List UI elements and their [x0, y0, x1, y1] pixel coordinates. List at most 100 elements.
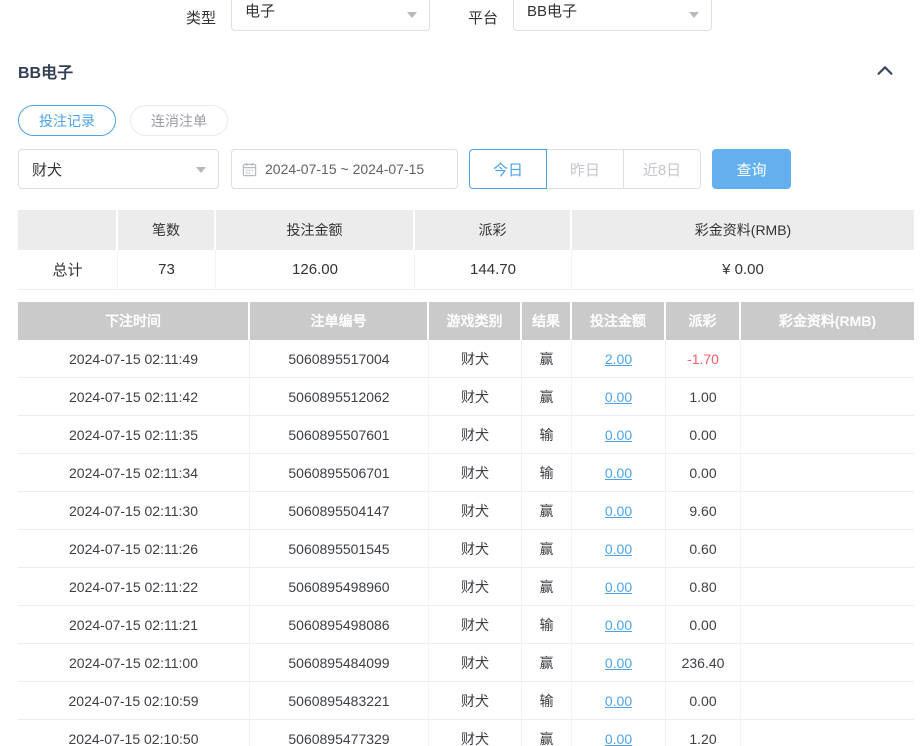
order-number-cell: 5060895501545 — [250, 530, 429, 568]
order-number-cell: 5060895517004 — [250, 340, 429, 378]
game-type-cell: 财犬 — [429, 492, 522, 530]
payout-cell: 0.00 — [666, 606, 741, 644]
result-cell: 输 — [522, 454, 572, 492]
order-number-cell: 5060895483221 — [250, 682, 429, 720]
bonus-cell — [741, 416, 914, 454]
filter-bar: 财犬 2024-07-15 ~ 2024-07-15 今日 昨日 近8日 查询 — [18, 149, 904, 189]
bet-amount-link[interactable]: 0.00 — [605, 617, 632, 633]
order-number-cell: 5060895484099 — [250, 644, 429, 682]
header-payout: 派彩 — [666, 302, 741, 340]
platform-select-value: BB电子 — [527, 0, 577, 21]
bet-amount-cell: 0.00 — [572, 720, 666, 746]
bet-amount-link[interactable]: 0.00 — [605, 731, 632, 746]
header-bonus: 彩金资料(RMB) — [741, 302, 914, 340]
game-type-cell: 财犬 — [429, 454, 522, 492]
search-button[interactable]: 查询 — [712, 149, 791, 189]
top-filter-bar: 类型 电子 平台 BB电子 — [0, 0, 922, 34]
summary-header-bonus: 彩金资料(RMB) — [572, 210, 914, 250]
bet-amount-link[interactable]: 0.00 — [605, 541, 632, 557]
bet-amount-cell: 0.00 — [572, 378, 666, 416]
records-tbody: 2024-07-15 02:11:49 5060895517004 财犬 赢 2… — [18, 340, 914, 746]
bet-time-cell: 2024-07-15 02:11:35 — [18, 416, 250, 454]
order-number-cell: 5060895498086 — [250, 606, 429, 644]
bonus-cell — [741, 454, 914, 492]
bet-amount-cell: 0.00 — [572, 454, 666, 492]
table-row: 2024-07-15 02:10:59 5060895483221 财犬 输 0… — [18, 682, 914, 720]
bet-time-cell: 2024-07-15 02:11:00 — [18, 644, 250, 682]
bonus-cell — [741, 568, 914, 606]
game-type-cell: 财犬 — [429, 644, 522, 682]
today-button[interactable]: 今日 — [469, 149, 547, 189]
bet-amount-cell: 2.00 — [572, 340, 666, 378]
date-range-value: 2024-07-15 ~ 2024-07-15 — [265, 161, 424, 177]
summary-total-row: 总计 73 126.00 144.70 ¥ 0.00 — [18, 250, 914, 290]
platform-label: 平台 — [468, 7, 498, 28]
summary-table: 笔数 投注金额 派彩 彩金资料(RMB) 总计 73 126.00 144.70… — [18, 210, 914, 290]
order-number-cell: 5060895512062 — [250, 378, 429, 416]
type-select[interactable]: 电子 — [231, 0, 430, 31]
result-cell: 赢 — [522, 340, 572, 378]
result-cell: 赢 — [522, 720, 572, 746]
section-header: BB电子 — [18, 59, 904, 83]
bet-amount-link[interactable]: 0.00 — [605, 389, 632, 405]
table-row: 2024-07-15 02:11:34 5060895506701 财犬 输 0… — [18, 454, 914, 492]
order-number-cell: 5060895477329 — [250, 720, 429, 746]
payout-cell: 0.00 — [666, 416, 741, 454]
platform-select[interactable]: BB电子 — [513, 0, 712, 31]
game-type-cell: 财犬 — [429, 416, 522, 454]
record-tabs: 投注记录 连消注单 — [18, 105, 904, 136]
bet-time-cell: 2024-07-15 02:11:22 — [18, 568, 250, 606]
table-row: 2024-07-15 02:11:00 5060895484099 财犬 赢 0… — [18, 644, 914, 682]
summary-total-bet-amount: 126.00 — [216, 250, 415, 290]
bonus-cell — [741, 606, 914, 644]
bet-amount-link[interactable]: 0.00 — [605, 579, 632, 595]
summary-total-count: 73 — [118, 250, 216, 290]
game-type-cell: 财犬 — [429, 530, 522, 568]
calendar-icon — [242, 162, 257, 177]
type-label: 类型 — [186, 7, 216, 28]
bet-amount-link[interactable]: 0.00 — [605, 693, 632, 709]
game-type-cell: 财犬 — [429, 378, 522, 416]
payout-cell: 0.00 — [666, 454, 741, 492]
tab-cancelled-orders[interactable]: 连消注单 — [130, 105, 228, 136]
header-bet-time: 下注时间 — [18, 302, 250, 340]
tab-bet-records[interactable]: 投注记录 — [18, 105, 116, 136]
summary-total-payout: 144.70 — [415, 250, 572, 290]
result-cell: 输 — [522, 682, 572, 720]
bet-amount-link[interactable]: 2.00 — [605, 351, 632, 367]
result-cell: 赢 — [522, 568, 572, 606]
table-row: 2024-07-15 02:11:21 5060895498086 财犬 输 0… — [18, 606, 914, 644]
result-cell: 输 — [522, 606, 572, 644]
bet-amount-cell: 0.00 — [572, 682, 666, 720]
bet-amount-link[interactable]: 0.00 — [605, 465, 632, 481]
bet-amount-link[interactable]: 0.00 — [605, 503, 632, 519]
bet-amount-link[interactable]: 0.00 — [605, 427, 632, 443]
table-row: 2024-07-15 02:11:35 5060895507601 财犬 输 0… — [18, 416, 914, 454]
bet-amount-link[interactable]: 0.00 — [605, 655, 632, 671]
bet-time-cell: 2024-07-15 02:11:42 — [18, 378, 250, 416]
bet-amount-cell: 0.00 — [572, 568, 666, 606]
bet-time-cell: 2024-07-15 02:11:21 — [18, 606, 250, 644]
tab-label: 投注记录 — [39, 111, 95, 131]
date-range-picker[interactable]: 2024-07-15 ~ 2024-07-15 — [231, 149, 458, 189]
yesterday-button[interactable]: 昨日 — [546, 149, 624, 189]
order-number-cell: 5060895507601 — [250, 416, 429, 454]
game-select[interactable]: 财犬 — [18, 149, 219, 189]
tab-label: 连消注单 — [151, 111, 207, 131]
bet-time-cell: 2024-07-15 02:11:26 — [18, 530, 250, 568]
game-select-value: 财犬 — [32, 159, 62, 180]
table-row: 2024-07-15 02:11:42 5060895512062 财犬 赢 0… — [18, 378, 914, 416]
bonus-cell — [741, 720, 914, 746]
bonus-cell — [741, 378, 914, 416]
payout-cell: 1.20 — [666, 720, 741, 746]
payout-cell: 0.00 — [666, 682, 741, 720]
last-8-days-button[interactable]: 近8日 — [623, 149, 701, 189]
summary-total-bonus: ¥ 0.00 — [572, 250, 914, 290]
chevron-down-icon — [689, 12, 699, 18]
bonus-cell — [741, 682, 914, 720]
game-type-cell: 财犬 — [429, 340, 522, 378]
game-type-cell: 财犬 — [429, 568, 522, 606]
chevron-down-icon — [407, 12, 417, 18]
chevron-up-icon[interactable] — [874, 60, 896, 82]
bet-time-cell: 2024-07-15 02:10:59 — [18, 682, 250, 720]
